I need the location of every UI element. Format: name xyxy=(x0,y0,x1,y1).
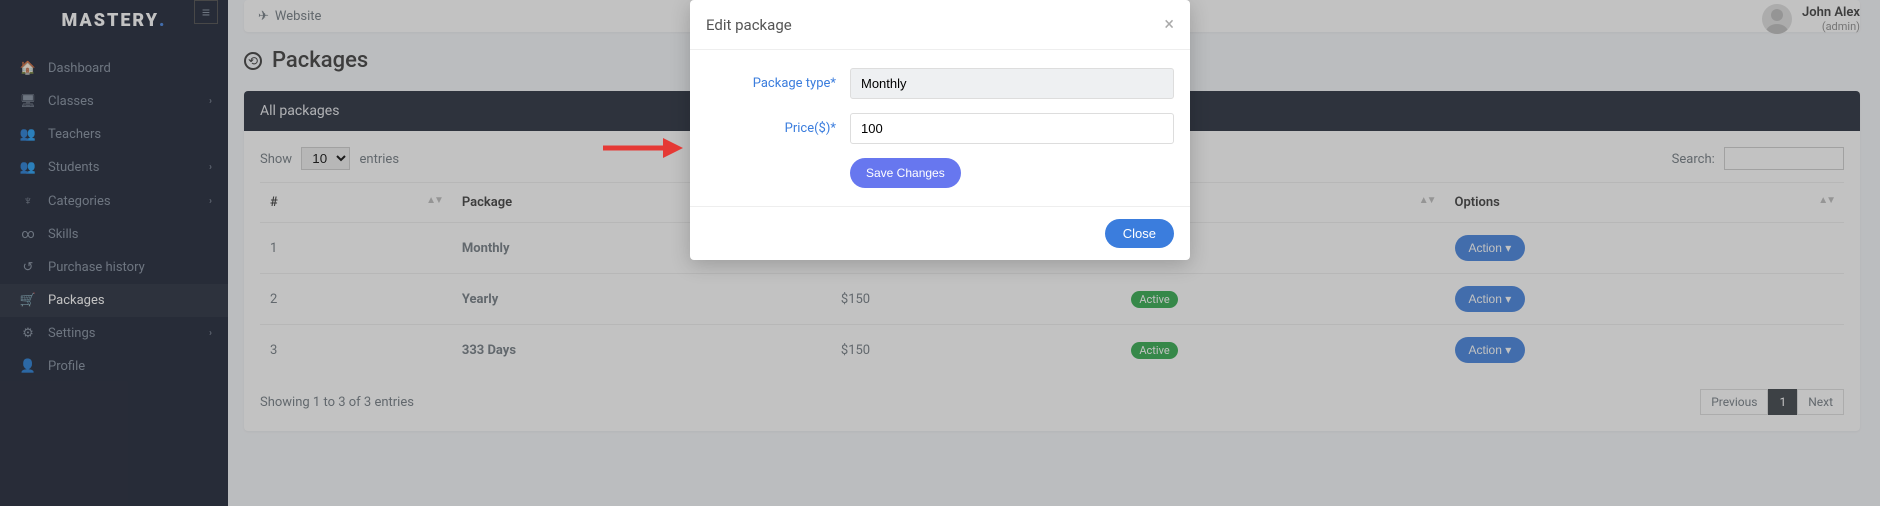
modal-title: Edit package xyxy=(706,16,792,34)
price-input[interactable] xyxy=(850,113,1174,144)
close-icon[interactable]: × xyxy=(1164,14,1174,35)
price-label: Price($)* xyxy=(706,121,836,136)
close-button[interactable]: Close xyxy=(1105,219,1174,248)
package-type-input[interactable] xyxy=(850,68,1174,99)
edit-package-modal: Edit package × Package type* Price($)* S… xyxy=(690,0,1190,260)
save-button[interactable]: Save Changes xyxy=(850,158,961,188)
package-type-label: Package type* xyxy=(706,76,836,91)
